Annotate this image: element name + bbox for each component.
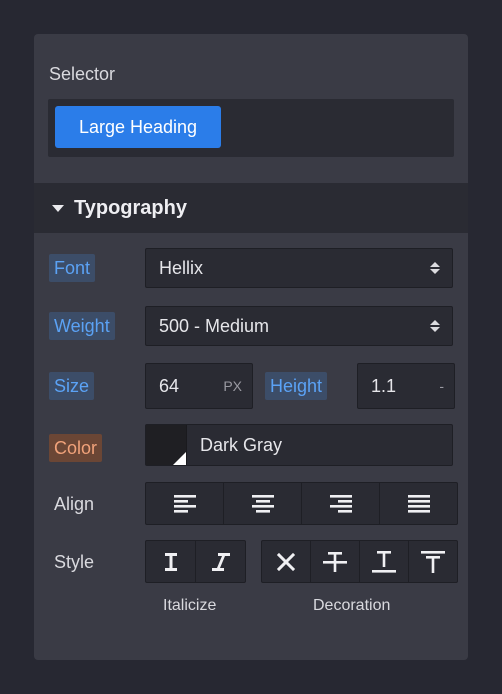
color-label: Color	[49, 434, 103, 462]
italic-button[interactable]	[196, 541, 245, 582]
align-button-group	[145, 482, 458, 525]
align-left-icon	[173, 494, 196, 513]
typography-panel: Selector Large Heading Typography Font H…	[34, 34, 468, 660]
decoration-none-button[interactable]	[262, 541, 311, 582]
strikethrough-icon	[323, 551, 347, 572]
align-justify-button[interactable]	[380, 483, 457, 524]
decoration-button-group	[261, 540, 458, 583]
selector-chip[interactable]: Large Heading	[55, 106, 221, 148]
style-label: Style	[54, 552, 95, 572]
italicize-caption: Italicize	[163, 597, 217, 614]
font-select[interactable]: Hellix	[145, 248, 453, 288]
height-value: 1.1	[371, 375, 397, 396]
close-icon	[277, 552, 295, 571]
upright-icon	[164, 552, 177, 571]
section-title: Typography	[74, 196, 187, 219]
overline-icon	[421, 550, 445, 573]
strikethrough-button[interactable]	[311, 541, 360, 582]
decoration-caption: Decoration	[313, 597, 391, 614]
align-label: Align	[54, 494, 95, 514]
align-left-button[interactable]	[146, 483, 224, 524]
font-label: Font	[49, 254, 96, 282]
selector-field[interactable]: Large Heading	[48, 99, 454, 157]
selector-label: Selector	[49, 64, 116, 84]
size-input[interactable]: 64 PX	[145, 363, 253, 409]
height-unit[interactable]: -	[439, 378, 444, 394]
underline-button[interactable]	[360, 541, 409, 582]
caret-down-icon	[52, 204, 64, 212]
select-arrows-icon	[430, 262, 440, 274]
italic-icon	[211, 552, 230, 571]
align-center-button[interactable]	[224, 483, 302, 524]
color-picker[interactable]: Dark Gray	[145, 424, 453, 466]
align-right-icon	[329, 494, 352, 513]
color-value: Dark Gray	[200, 434, 283, 455]
size-label: Size	[49, 372, 95, 400]
align-justify-icon	[407, 494, 430, 513]
font-value: Hellix	[159, 257, 204, 278]
align-right-button[interactable]	[302, 483, 380, 524]
section-header-typography[interactable]: Typography	[34, 183, 468, 233]
color-swatch[interactable]	[146, 425, 187, 465]
italicize-button-group	[145, 540, 246, 583]
weight-label: Weight	[49, 312, 115, 340]
overline-button[interactable]	[409, 541, 457, 582]
underline-icon	[372, 550, 396, 573]
height-input[interactable]: 1.1 -	[357, 363, 455, 409]
weight-value: 500 - Medium	[159, 315, 270, 336]
upright-button[interactable]	[146, 541, 196, 582]
align-center-icon	[251, 494, 274, 513]
size-unit[interactable]: PX	[223, 378, 242, 394]
size-value: 64	[159, 375, 180, 396]
height-label: Height	[265, 372, 328, 400]
weight-select[interactable]: 500 - Medium	[145, 306, 453, 346]
select-arrows-icon	[430, 320, 440, 332]
